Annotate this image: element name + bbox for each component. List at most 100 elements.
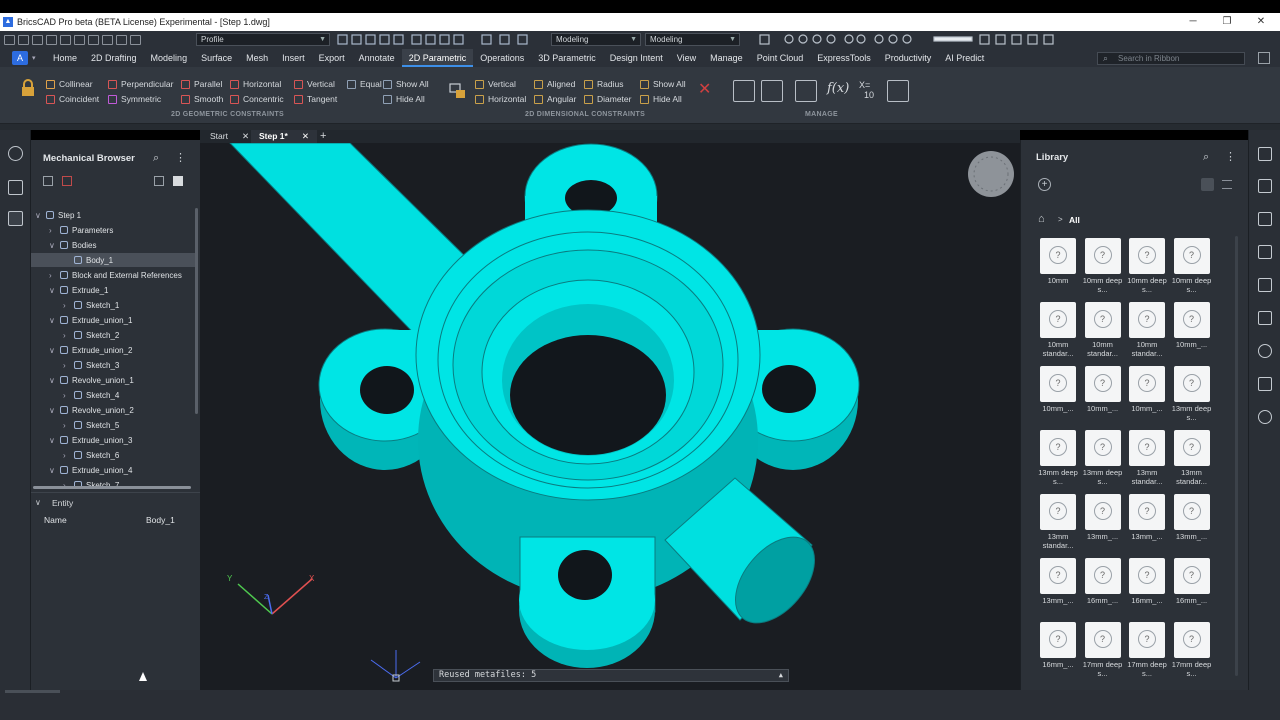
quad-cursor-icon[interactable]: [1258, 147, 1272, 161]
tab-view[interactable]: View: [670, 49, 703, 67]
maximize-button[interactable]: ❐: [1210, 13, 1244, 31]
library-item[interactable]: ? 10mm_...: [1173, 302, 1210, 356]
settings-icon[interactable]: [130, 35, 141, 45]
expand-chevron-icon[interactable]: ∨: [49, 241, 57, 250]
tab-ai-predict[interactable]: AI Predict: [938, 49, 991, 67]
table-icon[interactable]: [761, 80, 783, 102]
geo-vertical-button[interactable]: Vertical: [294, 79, 335, 89]
tab-export[interactable]: Export: [312, 49, 352, 67]
breadcrumb-all[interactable]: All: [1069, 215, 1080, 225]
library-item[interactable]: ? 13mm_...: [1040, 558, 1076, 612]
tab-modeling[interactable]: Modeling: [144, 49, 195, 67]
library-item[interactable]: ? 13mm standar...: [1040, 494, 1076, 550]
dim-vertical-button[interactable]: Vertical: [475, 79, 516, 89]
tab-insert[interactable]: Insert: [275, 49, 312, 67]
tab-step-1[interactable]: Step 1* ✕: [251, 130, 317, 143]
library-scrollbar[interactable]: [1235, 236, 1238, 676]
function-icon[interactable]: f(x): [827, 81, 849, 96]
constraint-bar-icon[interactable]: [887, 80, 909, 102]
library-item[interactable]: ? 10mm standar...: [1040, 302, 1076, 358]
library-item[interactable]: ? 17mm deep s...: [1172, 622, 1211, 678]
save-as-icon[interactable]: [46, 35, 57, 45]
library-item[interactable]: ? 16mm_...: [1173, 558, 1210, 612]
expand-chevron-icon[interactable]: ∨: [49, 346, 57, 355]
dim-diameter-button[interactable]: Diameter: [584, 94, 631, 104]
model-viewport[interactable]: Y X Z: [200, 143, 1020, 690]
tab-2d-parametric[interactable]: 2D Parametric: [401, 49, 474, 67]
tab-operations[interactable]: Operations: [473, 49, 531, 67]
geo-perpendicular-button[interactable]: Perpendicular: [108, 79, 173, 89]
workspace-combo[interactable]: Modeling ▼: [551, 33, 641, 46]
close-button[interactable]: ✕: [1244, 13, 1278, 31]
dim-angular-button[interactable]: Angular: [534, 94, 576, 104]
tree-node[interactable]: › Sketch_5: [31, 418, 195, 432]
library-item[interactable]: ? 13mm standar...: [1129, 430, 1165, 486]
expand-chevron-icon[interactable]: ›: [63, 331, 71, 340]
more-options-icon[interactable]: ⋮: [175, 151, 186, 164]
more-options-icon[interactable]: ⋮: [1225, 150, 1236, 163]
add-icon[interactable]: +: [1038, 178, 1051, 191]
dim-show-all-button[interactable]: Show All: [640, 79, 686, 89]
print-preview-icon[interactable]: [74, 35, 85, 45]
tree-node[interactable]: › Sketch_1: [31, 298, 195, 312]
expand-chevron-icon[interactable]: ›: [63, 421, 71, 430]
expand-chevron-icon[interactable]: ∨: [49, 436, 57, 445]
bim-icon[interactable]: [1258, 377, 1272, 391]
tree-node[interactable]: ∨ Extrude_union_1: [31, 313, 195, 327]
library-item[interactable]: ? 13mm deep s...: [1172, 366, 1211, 422]
tree-node[interactable]: › Sketch_4: [31, 388, 195, 402]
add-tab-button[interactable]: +: [312, 130, 334, 143]
app-menu-button[interactable]: A: [12, 51, 28, 65]
collapse-tree-icon[interactable]: [154, 176, 164, 186]
parameters-manager-icon[interactable]: [733, 80, 755, 102]
collapse-chevron-icon[interactable]: ∨: [35, 498, 41, 507]
library-item[interactable]: ? 10mm deep s...: [1083, 238, 1122, 294]
list-view-icon[interactable]: [1222, 180, 1232, 189]
geo-collinear-button[interactable]: Collinear: [46, 79, 93, 89]
minimize-button[interactable]: ─: [1176, 13, 1210, 31]
new-file-icon[interactable]: [4, 35, 15, 45]
dim-hide-all-button[interactable]: Hide All: [640, 94, 682, 104]
library-item[interactable]: ? 10mm_...: [1040, 366, 1076, 420]
tree-node[interactable]: › Block and External References: [31, 268, 195, 282]
structure-browser-icon[interactable]: [8, 180, 23, 195]
save-icon[interactable]: [32, 35, 43, 45]
view-navigation-cube[interactable]: [968, 151, 1014, 197]
library-item[interactable]: ? 10mm deep s...: [1172, 238, 1211, 294]
tree-node[interactable]: ∨ Extrude_union_2: [31, 343, 195, 357]
library-item[interactable]: ? 16mm_...: [1084, 558, 1121, 612]
expand-chevron-icon[interactable]: ›: [63, 391, 71, 400]
tab-2d-drafting[interactable]: 2D Drafting: [84, 49, 144, 67]
search-icon[interactable]: ⌕: [1203, 151, 1209, 164]
undo-icon[interactable]: [88, 35, 99, 45]
library-item[interactable]: ? 10mm standar...: [1129, 302, 1165, 358]
dim-radius-button[interactable]: Radius: [584, 79, 623, 89]
status-scrollbar[interactable]: [5, 690, 60, 693]
expand-chevron-icon[interactable]: ∨: [35, 211, 43, 220]
cloud-icon[interactable]: [1258, 410, 1272, 424]
expand-chevron-icon[interactable]: ›: [63, 361, 71, 370]
expand-chevron-icon[interactable]: ›: [49, 271, 57, 280]
tab-productivity[interactable]: Productivity: [878, 49, 939, 67]
open-file-icon[interactable]: [18, 35, 29, 45]
toggle-view-icon[interactable]: [173, 176, 183, 186]
redo-icon[interactable]: [102, 35, 113, 45]
geo-equal-button[interactable]: Equal: [347, 79, 382, 89]
components-icon[interactable]: [1258, 245, 1272, 259]
expand-chevron-icon[interactable]: ›: [63, 301, 71, 310]
geo-coincident-button[interactable]: Coincident: [46, 94, 99, 104]
app-menu-chevron-icon[interactable]: ▾: [32, 54, 44, 62]
library-item[interactable]: ? 17mm deep s...: [1083, 622, 1122, 678]
tab-start[interactable]: Start ✕: [202, 130, 257, 143]
geo-symmetric-button[interactable]: Symmetric: [108, 94, 161, 104]
dim-horizontal-button[interactable]: Horizontal: [475, 94, 526, 104]
3d-model-render[interactable]: Y X Z: [200, 143, 1020, 690]
expand-chevron-icon[interactable]: ›: [49, 226, 57, 235]
tab-point-cloud[interactable]: Point Cloud: [750, 49, 811, 67]
browser-filter-icon[interactable]: [62, 176, 72, 186]
tab-manage[interactable]: Manage: [703, 49, 750, 67]
geo-hide-all-button[interactable]: Hide All: [383, 94, 425, 104]
geo-parallel-button[interactable]: Parallel: [181, 79, 222, 89]
tab-home[interactable]: Home: [46, 49, 84, 67]
print-icon[interactable]: [60, 35, 71, 45]
